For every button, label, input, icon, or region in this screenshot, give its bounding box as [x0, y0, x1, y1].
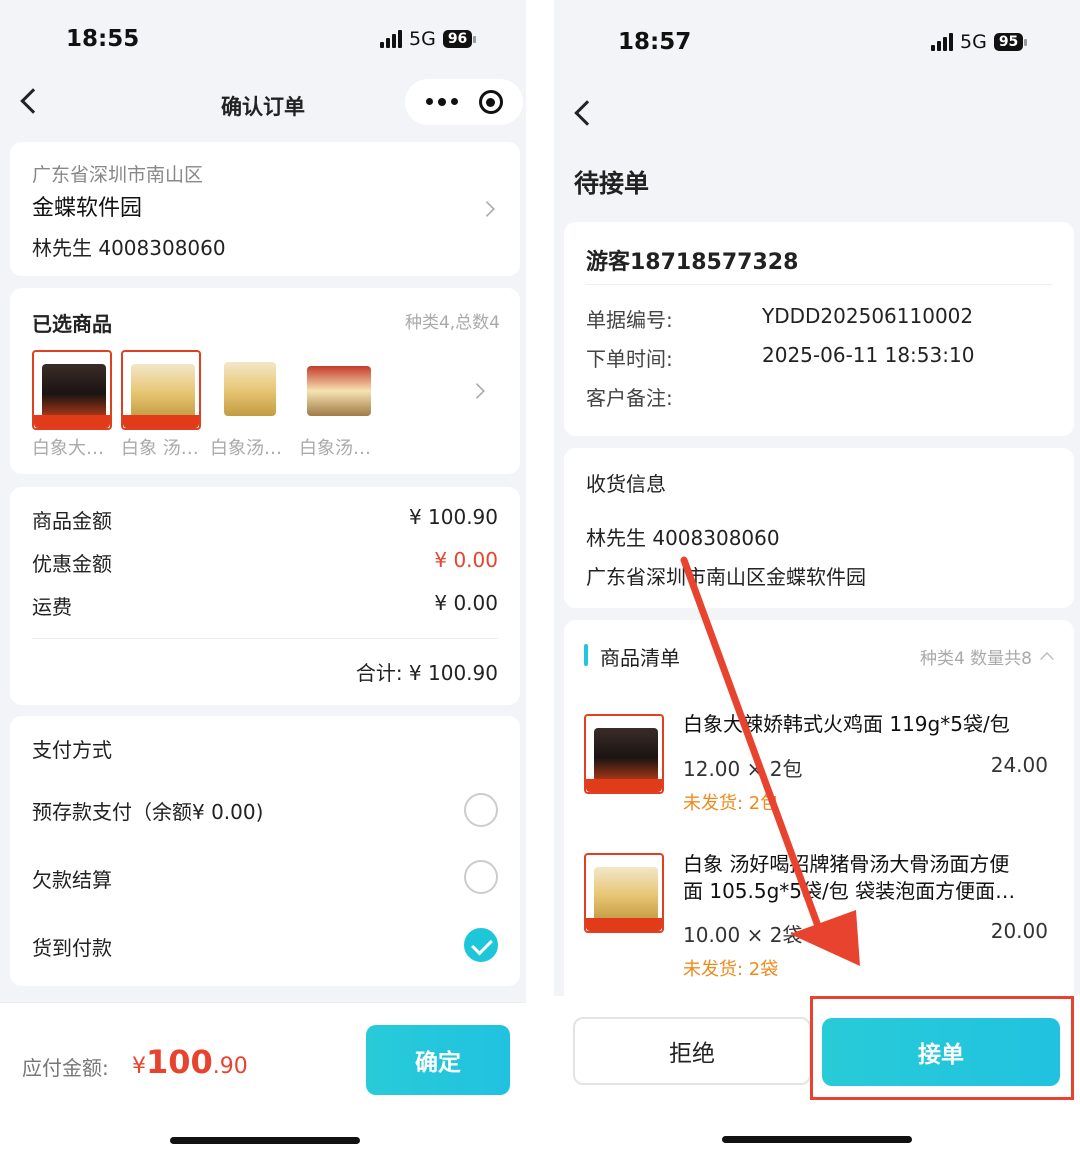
mini-program-capsule[interactable] — [405, 79, 523, 125]
confirm-order-screen: 18:55 5G 96 确认订单 广东省深圳市南山区 金蝶软件园 林先生 400… — [0, 0, 526, 1155]
goods-amount-label: 商品金额 — [32, 509, 112, 533]
goods-thumb-4 — [299, 350, 379, 430]
checkout-bar: 应付金额: ¥ 100 .90 确定 — [0, 1002, 526, 1155]
pending-order-screen: 18:57 5G 95 待接单 游客18718577328 单据编号: YDDD… — [554, 0, 1080, 1155]
goods-amount-value: ¥ 100.90 — [408, 505, 498, 529]
radio-credit[interactable] — [464, 860, 498, 894]
shipping-label: 运费 — [32, 595, 72, 619]
payment-title: 支付方式 — [32, 738, 112, 762]
discount-label: 优惠金额 — [32, 552, 112, 576]
network-label: 5G — [409, 28, 436, 50]
close-target-icon[interactable] — [478, 90, 503, 114]
due-label: 应付金额: — [22, 1056, 109, 1080]
total-amount: 合计: ¥ 100.90 — [355, 661, 498, 685]
payment-option-prepaid[interactable]: 预存款支付（余额¥ 0.00) — [32, 796, 263, 825]
battery-icon: 96 — [442, 30, 477, 48]
home-indicator — [170, 1137, 360, 1144]
amount-card: 商品金额 ¥ 100.90 优惠金额 ¥ 0.00 运费 ¥ 0.00 合计: … — [10, 487, 520, 705]
shipping-value: ¥ 0.00 — [434, 591, 498, 615]
goods-name-2: 白象 汤… — [121, 438, 199, 459]
goods-thumb-1 — [32, 350, 112, 430]
goods-thumb-3 — [210, 350, 290, 430]
divider — [32, 638, 498, 639]
signal-icon — [380, 30, 402, 48]
payment-card: 支付方式 预存款支付（余额¥ 0.00) 欠款结算 货到付款 — [10, 716, 520, 986]
due-amount: ¥ 100 .90 — [132, 1043, 248, 1081]
goods-thumb-2 — [121, 350, 201, 430]
goods-name-3: 白象汤… — [210, 438, 282, 459]
address-region: 广东省深圳市南山区 — [32, 164, 204, 186]
payment-option-credit[interactable]: 欠款结算 — [32, 864, 112, 893]
payment-option-cod[interactable]: 货到付款 — [32, 932, 112, 961]
address-detail: 金蝶软件园 — [32, 196, 143, 221]
goods-title: 已选商品 — [32, 312, 112, 336]
address-card[interactable]: 广东省深圳市南山区 金蝶软件园 林先生 4008308060 — [10, 142, 520, 276]
goods-summary: 种类4,总数4 — [404, 313, 500, 333]
status-indicators: 5G 96 — [380, 28, 477, 50]
goods-name-4: 白象汤… — [299, 438, 371, 459]
more-icon[interactable] — [425, 98, 458, 106]
chevron-right-icon — [469, 383, 485, 399]
address-contact: 林先生 4008308060 — [32, 236, 226, 260]
radio-prepaid[interactable] — [464, 793, 498, 827]
chevron-right-icon — [479, 201, 495, 217]
radio-cod-checked[interactable] — [464, 928, 498, 962]
status-bar: 18:55 5G 96 — [0, 0, 526, 80]
confirm-button[interactable]: 确定 — [366, 1025, 510, 1095]
selected-goods-card[interactable]: 已选商品 种类4,总数4 白象大… 白象 汤… 白象汤… 白象汤… — [10, 288, 520, 474]
annotation-arrow-icon — [680, 556, 860, 966]
goods-name-1: 白象大… — [32, 438, 104, 459]
discount-value: ¥ 0.00 — [434, 548, 498, 572]
status-time: 18:55 — [66, 26, 140, 52]
